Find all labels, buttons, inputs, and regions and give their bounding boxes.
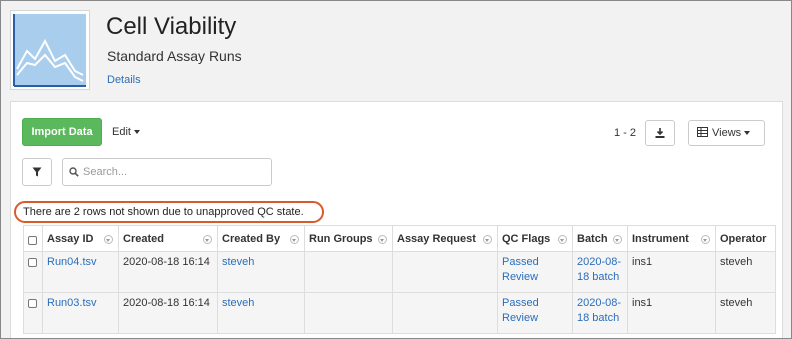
- assay-logo: [10, 10, 90, 90]
- column-header-qc-flags[interactable]: QC Flags: [497, 225, 573, 252]
- assay-id-link[interactable]: Run03.tsv: [42, 292, 119, 334]
- column-header-assay-id[interactable]: Assay ID: [42, 225, 119, 252]
- export-button[interactable]: [645, 120, 675, 146]
- created-cell: 2020-08-18 16:14: [118, 292, 218, 334]
- filter-button[interactable]: [22, 158, 52, 186]
- qc-message-highlight: [14, 201, 324, 223]
- column-menu-icon[interactable]: [203, 235, 212, 244]
- qc-flags-link[interactable]: Passed Review: [497, 292, 573, 334]
- views-label: Views: [712, 127, 742, 139]
- column-menu-icon[interactable]: [558, 235, 567, 244]
- column-header-created[interactable]: Created: [118, 225, 218, 252]
- edit-menu-label: Edit: [112, 126, 131, 138]
- assay-request-cell: [392, 292, 498, 334]
- download-icon: [655, 128, 665, 138]
- caret-down-icon: [133, 130, 140, 135]
- caret-down-icon: [744, 131, 751, 136]
- created-cell: 2020-08-18 16:14: [118, 251, 218, 293]
- table-row: Run04.tsv 2020-08-18 16:14 steveh Passed…: [23, 251, 776, 293]
- run-groups-cell: [304, 251, 393, 293]
- column-header-batch[interactable]: Batch: [572, 225, 628, 252]
- instrument-cell: ins1: [627, 251, 716, 293]
- assay-runs-table: Assay ID Created Created By Run Groups A…: [23, 225, 776, 334]
- import-data-button[interactable]: Import Data: [22, 118, 102, 146]
- created-by-link[interactable]: steveh: [217, 251, 305, 293]
- row-checkbox-cell[interactable]: [23, 251, 43, 293]
- created-by-link[interactable]: steveh: [217, 292, 305, 334]
- row-checkbox[interactable]: [28, 299, 37, 308]
- column-header-assay-request[interactable]: Assay Request: [392, 225, 498, 252]
- search-input[interactable]: [81, 162, 266, 182]
- column-header-created-by[interactable]: Created By: [217, 225, 305, 252]
- search-field[interactable]: [62, 158, 272, 186]
- column-menu-icon[interactable]: [104, 235, 113, 244]
- column-menu-icon[interactable]: [613, 235, 622, 244]
- row-checkbox-cell[interactable]: [23, 292, 43, 334]
- column-header-instrument[interactable]: Instrument: [627, 225, 716, 252]
- views-menu-button[interactable]: Views: [688, 120, 765, 146]
- select-all-checkbox-cell[interactable]: [23, 225, 43, 252]
- table-row: Run03.tsv 2020-08-18 16:14 steveh Passed…: [23, 292, 776, 334]
- page-subtitle: Standard Assay Runs: [107, 48, 242, 64]
- column-header-run-groups[interactable]: Run Groups: [304, 225, 393, 252]
- search-icon: [69, 167, 79, 177]
- filter-icon: [32, 167, 42, 177]
- column-menu-icon[interactable]: [701, 235, 710, 244]
- assay-id-link[interactable]: Run04.tsv: [42, 251, 119, 293]
- paging-count: 1 - 2: [614, 127, 637, 139]
- column-header-operator[interactable]: Operator: [715, 225, 776, 252]
- batch-link[interactable]: 2020-08-18 batch: [572, 292, 628, 334]
- page-title: Cell Viability: [106, 13, 237, 40]
- qc-flags-link[interactable]: Passed Review: [497, 251, 573, 293]
- assay-request-cell: [392, 251, 498, 293]
- run-groups-cell: [304, 292, 393, 334]
- select-all-checkbox[interactable]: [28, 235, 37, 245]
- edit-menu[interactable]: Edit: [112, 126, 140, 138]
- table-icon: [697, 127, 708, 137]
- details-link[interactable]: Details: [107, 74, 141, 86]
- column-menu-icon[interactable]: [483, 235, 492, 244]
- instrument-cell: ins1: [627, 292, 716, 334]
- column-menu-icon[interactable]: [290, 235, 299, 244]
- assay-runs-panel: Import Data Edit 1 - 2 Views There are 2…: [10, 101, 783, 339]
- table-header-row: Assay ID Created Created By Run Groups A…: [23, 225, 776, 252]
- operator-cell: steveh: [715, 251, 776, 293]
- column-menu-icon[interactable]: [378, 235, 387, 244]
- page-header: Cell Viability Standard Assay Runs Detai…: [0, 0, 792, 100]
- row-checkbox[interactable]: [28, 258, 37, 267]
- operator-cell: steveh: [715, 292, 776, 334]
- batch-link[interactable]: 2020-08-18 batch: [572, 251, 628, 293]
- chart-line-icon: [13, 14, 86, 87]
